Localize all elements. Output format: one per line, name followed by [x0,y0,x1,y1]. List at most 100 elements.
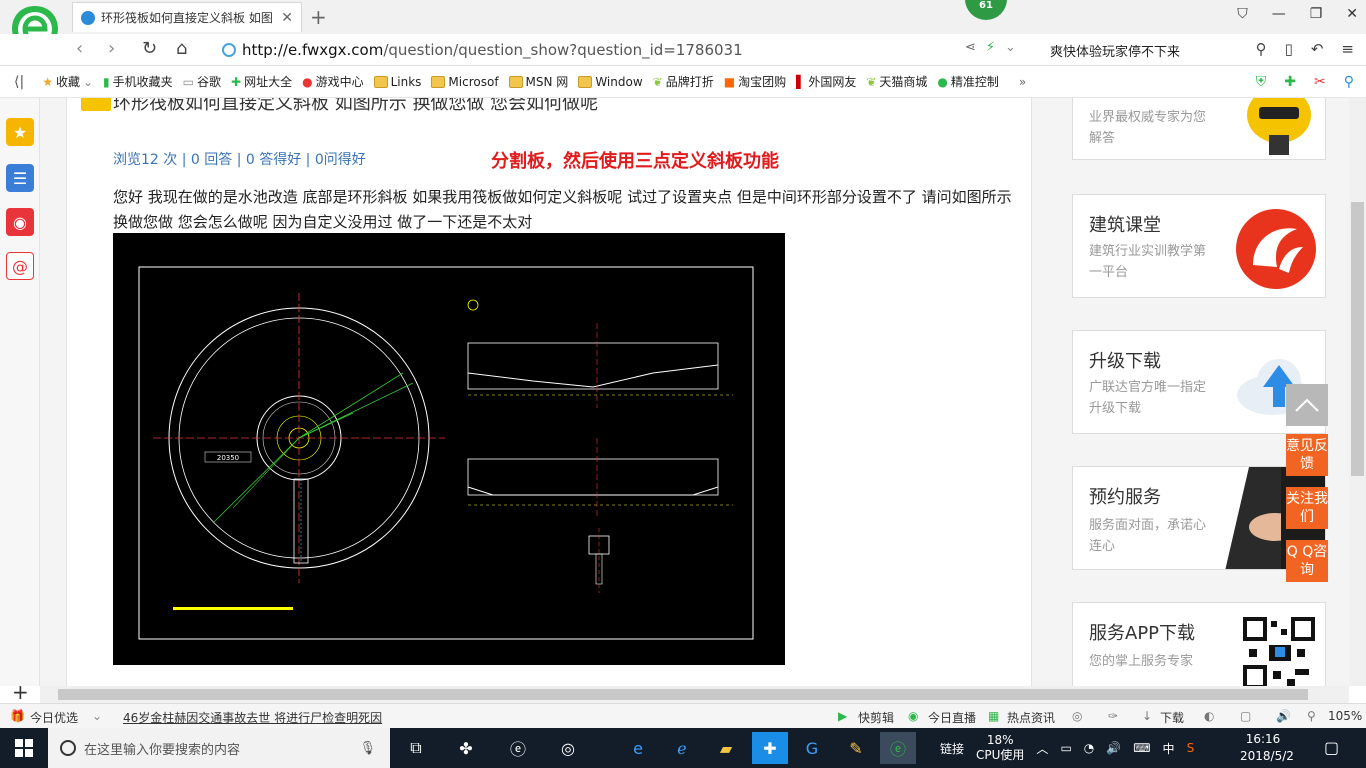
task-view-icon[interactable]: ⧉ [398,732,434,764]
pin-icon[interactable]: ✑ [1108,709,1118,723]
add-panel-button[interactable]: + [12,680,29,704]
phone-icon[interactable]: ▯ [1285,40,1293,58]
download-link[interactable]: 下载 [1160,709,1184,726]
question-stats[interactable]: 浏览12 次 | 0 回答 | 0 答得好 | 0问得好 [113,149,366,169]
bookmark-item[interactable]: MSN 网 [508,73,568,90]
back-to-top-button[interactable] [1286,384,1328,426]
battery-icon[interactable]: ▭ [1060,741,1071,755]
browser-icon[interactable]: ◐ [1204,709,1214,723]
expert-card[interactable]: 业界最权威专家为您解答 [1072,98,1326,160]
course-card[interactable]: 建筑课堂 建筑行业实训教学第一平台 [1072,194,1326,298]
bookmark-item[interactable]: ● 精准控制 [937,73,999,90]
favorites-icon[interactable]: ★ [6,118,34,146]
network-icon[interactable]: ◔ [1084,741,1094,755]
bookmark-item[interactable]: Microsof [431,75,499,89]
vertical-scrollbar[interactable] [1349,98,1366,686]
notifications-icon[interactable]: ▢ [1324,738,1339,757]
start-button[interactable] [0,728,48,768]
edge-icon[interactable]: e [620,732,656,764]
news-ticker-link[interactable]: 46岁金柱赫因交通事故去世 将进行尸检查明死因 [123,709,382,726]
speed-icon[interactable]: ◎ [1072,709,1082,723]
tray-link[interactable]: 链接 [940,740,964,757]
search-icon[interactable]: ⚲ [1344,74,1354,90]
microphone-icon[interactable]: 🎙 [359,741,376,756]
search-icon[interactable]: ⚲ [1256,40,1267,58]
bookmark-item[interactable]: ★ 收藏 ⌄ [42,73,93,90]
tab-active[interactable]: 环形筏板如何直接定义斜板 如图 ✕ [72,2,302,32]
phone-icon: ▮ [103,74,110,89]
scrollbar-thumb[interactable] [58,689,1308,700]
scissors-icon[interactable]: ✂ [1314,74,1326,90]
translate-icon[interactable]: ✚ [1284,74,1296,90]
sidebar-toggle-icon[interactable]: ⟨| [14,74,24,90]
bookmark-item[interactable]: ❦ 品牌打折 [653,73,714,90]
undo-icon[interactable]: ↶ [1311,40,1324,58]
bookmark-item[interactable]: ❦ 天猫商城 [866,73,927,90]
g-app-icon[interactable]: G [794,732,830,764]
refresh-button[interactable]: ↻ [142,38,157,59]
notes-app-icon[interactable]: ✎ [838,732,874,764]
sogou-icon[interactable]: S [1187,741,1195,755]
taskbar-search[interactable]: 在这里输入你要搜索的内容 🎙 [48,728,390,768]
hot-news-link[interactable]: 热点资讯 [1007,709,1055,726]
minimize-button[interactable]: — [1272,6,1286,22]
active-browser-icon[interactable]: ⓔ [880,732,916,764]
ie-icon[interactable]: ℯ [664,732,700,764]
bookmark-item[interactable]: ✚ 网址大全 [231,73,292,90]
fan-app-icon[interactable]: ✤ [448,732,484,764]
bookmark-item[interactable]: Window [578,75,643,89]
mail-icon[interactable]: @ [6,252,34,280]
tab-close-icon[interactable]: ✕ [281,10,293,26]
keyboard-icon[interactable]: ⌨ [1133,741,1150,755]
bookmark-item[interactable]: ● 游戏中心 [302,73,364,90]
bookmark-item[interactable]: ▮ 手机收藏夹 [103,73,173,90]
follow-button[interactable]: 关注我们 [1286,487,1328,529]
horizontal-scrollbar[interactable] [40,686,1349,703]
url-field[interactable]: http://e.fwxgx.com/question/question_sho… [222,38,962,62]
skin-icon[interactable]: ⛉ [1237,6,1248,22]
qq-consult-button[interactable]: Q Q咨询 [1286,540,1328,582]
bookmark-item[interactable]: ■ 淘宝团购 [724,73,786,90]
scrollbar-thumb[interactable] [1351,202,1364,476]
zoom-level[interactable]: 105% [1328,709,1362,723]
reader-icon[interactable]: ☰ [6,164,34,192]
back-button[interactable]: ‹ [76,38,83,59]
sound-icon[interactable]: 🔊 [1276,709,1291,723]
volume-icon[interactable]: 🔊 [1106,741,1121,755]
speed-icon[interactable]: ⚡ [986,40,995,55]
restore-button[interactable]: ❐ [1310,6,1323,22]
cpu-monitor[interactable]: 18% CPU使用 [976,733,1024,763]
cpu-percent: 18% [986,733,1014,747]
chevron-down-icon[interactable]: ⌄ [92,709,102,723]
bookmark-item[interactable]: ▌ 外国网友 [796,73,856,90]
clock[interactable]: 16:16 2018/5/2 [1240,731,1294,765]
more-bookmarks-icon[interactable]: » [1019,75,1026,89]
share-icon[interactable]: ⋖ [965,40,976,55]
browser-app-icon[interactable]: ⓔ [500,732,536,764]
chevron-up-icon[interactable]: ︿ [1036,740,1048,757]
feedback-button[interactable]: 意见反馈 [1286,434,1328,476]
menu-icon[interactable]: ≡ [1341,40,1354,58]
cross-app-icon[interactable]: ✚ [752,732,788,764]
live-link[interactable]: 今日直播 [928,709,976,726]
app-download-card[interactable]: 服务APP下载 您的掌上服务专家 [1072,602,1326,686]
chevron-down-icon[interactable]: ⌄ [1005,40,1016,55]
new-tab-button[interactable]: + [310,5,327,29]
quick-edit-link[interactable]: 快剪辑 [858,709,894,726]
sites-icon: ✚ [231,74,242,89]
close-button[interactable]: ✕ [1346,6,1358,22]
notification-badge[interactable]: 61 [965,0,1007,20]
ime-indicator[interactable]: 中 [1163,740,1175,757]
file-explorer-icon[interactable]: ▰ [708,732,744,764]
today-picks[interactable]: 今日优选 [30,709,78,726]
forward-button[interactable]: › [108,38,115,59]
bookmark-item[interactable]: Links [373,75,421,89]
bookmark-item[interactable]: ▭ 谷歌 [183,73,221,90]
qr-code-icon[interactable] [1239,615,1319,686]
home-button[interactable]: ⌂ [176,38,187,59]
swirl-app-icon[interactable]: ◎ [550,732,586,764]
window-icon[interactable]: ▢ [1240,709,1251,723]
shield-icon[interactable]: ⛨ [1256,74,1267,90]
search-suggestion[interactable]: 爽快体验玩家停不下来 [1050,41,1180,60]
weibo-icon[interactable]: ◉ [6,208,34,236]
